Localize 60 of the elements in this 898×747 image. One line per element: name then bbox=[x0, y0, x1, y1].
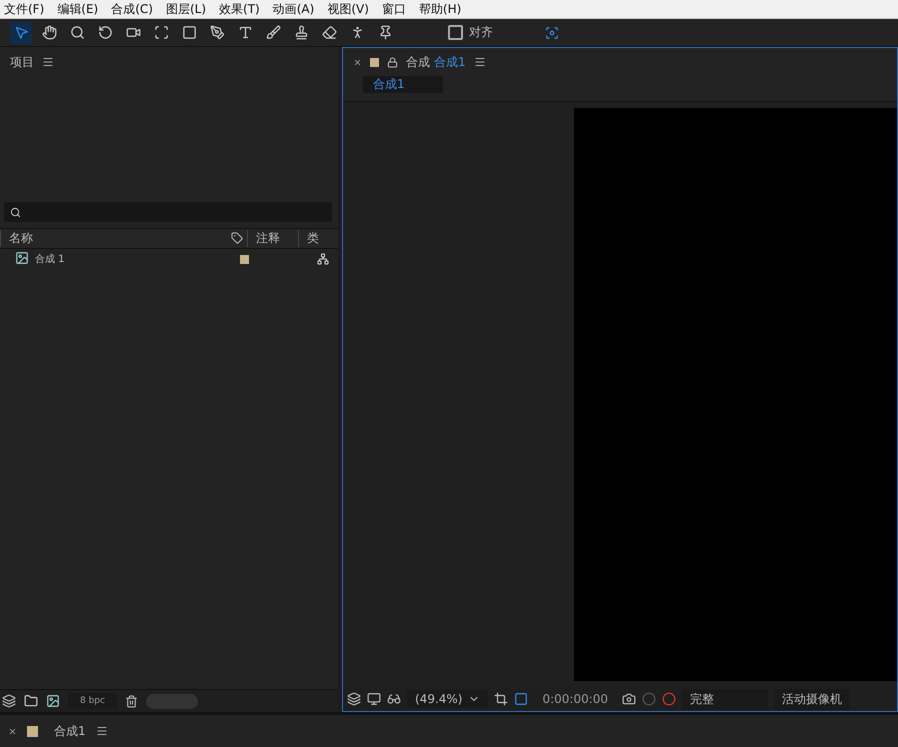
frame-icon bbox=[494, 692, 508, 706]
item-name[interactable]: 合成 1 bbox=[35, 252, 240, 266]
panel-title: 合成 bbox=[406, 54, 430, 70]
timeline-tab[interactable]: 合成1 bbox=[54, 722, 86, 740]
tool-button[interactable] bbox=[10, 22, 32, 44]
pen-icon bbox=[210, 25, 224, 40]
close-icon bbox=[8, 726, 17, 736]
menu-item[interactable]: 帮助(H) bbox=[418, 0, 462, 18]
pin-icon bbox=[378, 25, 392, 40]
menu-item[interactable]: 合成(C) bbox=[111, 0, 153, 18]
camera-dropdown[interactable]: 活动摄像机 bbox=[774, 688, 850, 710]
folder-icon bbox=[24, 694, 38, 708]
menu-icon bbox=[42, 56, 54, 68]
menu-item[interactable]: 动画(A) bbox=[272, 0, 314, 18]
mask-icon bbox=[387, 692, 401, 706]
camera-icon bbox=[622, 692, 636, 706]
eraser-icon bbox=[322, 25, 336, 40]
zoom-dropdown[interactable]: (49.4%) bbox=[407, 690, 488, 708]
rectangle-icon bbox=[182, 25, 196, 40]
region-icon bbox=[514, 692, 528, 706]
rotate-icon bbox=[98, 25, 112, 40]
snap-checkbox[interactable] bbox=[448, 25, 463, 40]
stamp-icon bbox=[294, 25, 308, 40]
composition-tab[interactable]: 合成1 bbox=[434, 54, 466, 70]
trash-icon bbox=[124, 694, 138, 708]
column-header[interactable]: 注释 bbox=[247, 230, 298, 247]
brush-icon bbox=[266, 25, 280, 40]
column-header[interactable]: 名称 bbox=[0, 230, 227, 247]
menu-icon bbox=[474, 56, 486, 68]
layers-icon bbox=[347, 692, 361, 706]
search-icon bbox=[70, 25, 84, 40]
bpc-button[interactable]: 8 bpc bbox=[68, 693, 117, 709]
menu-item[interactable]: 图层(L) bbox=[166, 0, 206, 18]
text-icon bbox=[238, 25, 252, 40]
focus-icon bbox=[545, 26, 559, 40]
dashed-square-icon bbox=[154, 25, 168, 40]
composition-icon bbox=[15, 250, 29, 264]
timecode[interactable]: 0:00:00:00 bbox=[534, 692, 616, 706]
panel-title: 项目 bbox=[10, 54, 34, 70]
snap-label: 对齐 bbox=[469, 24, 493, 41]
search-icon bbox=[10, 206, 21, 218]
hand-icon bbox=[42, 25, 56, 40]
menu-item[interactable]: 效果(T) bbox=[219, 0, 260, 18]
pointer-icon bbox=[14, 25, 28, 40]
breadcrumb-tab[interactable]: 合成1 bbox=[363, 76, 443, 93]
network-icon bbox=[317, 252, 329, 264]
menu-item[interactable]: 文件(F) bbox=[4, 0, 44, 18]
monitor-icon bbox=[367, 692, 381, 706]
menu-icon bbox=[96, 725, 108, 737]
menu-item[interactable]: 窗口 bbox=[382, 0, 406, 18]
resolution-dropdown[interactable]: 完整 bbox=[682, 688, 768, 710]
menu-item[interactable]: 视图(V) bbox=[327, 0, 369, 18]
menu-item[interactable]: 编辑(E) bbox=[57, 0, 98, 18]
lock-icon bbox=[387, 56, 398, 68]
composition-icon bbox=[46, 694, 60, 708]
search-field[interactable] bbox=[4, 202, 332, 222]
video-camera-icon bbox=[126, 25, 140, 40]
tag-icon bbox=[231, 232, 243, 244]
close-icon bbox=[353, 58, 362, 66]
column-header[interactable]: 类 bbox=[298, 230, 338, 247]
